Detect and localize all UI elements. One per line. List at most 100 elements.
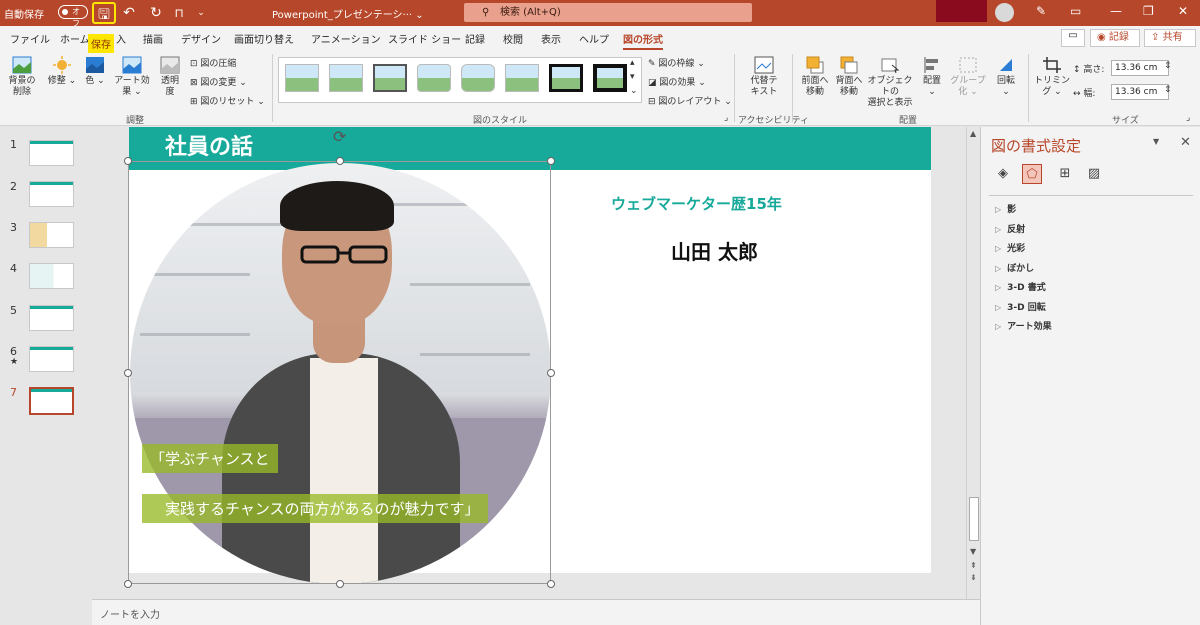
slide-thumbnail-1[interactable] xyxy=(29,140,74,166)
employee-name[interactable]: 山田 太郎 xyxy=(671,236,758,265)
pen-icon[interactable]: ✎ xyxy=(1036,4,1046,18)
previous-slide-icon[interactable]: ⇞ xyxy=(970,561,977,570)
color-button[interactable]: 色 ⌄ xyxy=(80,56,110,87)
resize-handle[interactable] xyxy=(124,580,132,588)
picture-style-4[interactable] xyxy=(417,64,451,92)
tab-help[interactable]: ヘルプ xyxy=(579,31,609,46)
gallery-scroll-down-icon[interactable]: ▾ xyxy=(630,72,635,82)
pane-item-artistic-effects[interactable]: ▷ アート効果 xyxy=(995,319,1052,332)
rotate-handle-icon[interactable]: ⟳ xyxy=(333,127,346,146)
account-block[interactable] xyxy=(936,0,987,22)
quote-line-1[interactable]: 「学ぶチャンスと xyxy=(142,444,278,473)
fill-line-icon[interactable]: ◈ xyxy=(993,164,1013,184)
slide-title[interactable]: 社員の話 xyxy=(165,129,253,161)
share-button[interactable]: ⇪ 共有 xyxy=(1144,29,1196,47)
styles-dialog-launcher-icon[interactable]: ⌟ xyxy=(724,113,728,123)
present-icon[interactable]: ⊓ xyxy=(168,2,190,24)
alt-text-button[interactable]: 代替テ キスト xyxy=(746,56,782,98)
autosave-toggle[interactable]: オフ xyxy=(58,5,88,28)
selection-pane-button[interactable]: オブジェクトの 選択と表示 xyxy=(864,56,916,109)
search-input[interactable]: ⚲ 検索 (Alt+Q) xyxy=(464,3,752,22)
comments-button[interactable]: ▭ xyxy=(1061,29,1085,47)
tab-animations[interactable]: アニメーション xyxy=(311,31,381,46)
picture-style-1[interactable] xyxy=(285,64,319,92)
resize-handle[interactable] xyxy=(336,580,344,588)
width-spinner-icon[interactable]: ⇕ xyxy=(1164,85,1172,95)
send-backward-button[interactable]: 背面へ 移動 xyxy=(832,56,866,98)
tab-design[interactable]: デザイン xyxy=(181,31,221,46)
artistic-effects-button[interactable]: アート効果 ⌄ xyxy=(110,56,154,98)
avatar[interactable] xyxy=(995,3,1014,22)
picture-border-button[interactable]: ✎ 図の枠線 ⌄ xyxy=(648,56,705,69)
compress-pictures-button[interactable]: ⊡ 図の圧縮 xyxy=(190,56,236,69)
resize-handle[interactable] xyxy=(124,157,132,165)
resize-handle[interactable] xyxy=(547,157,555,165)
corrections-button[interactable]: 修整 ⌄ xyxy=(47,56,77,87)
notes-input[interactable]: ノートを入力 xyxy=(92,599,980,625)
group-objects-button[interactable]: グループ化 ⌄ xyxy=(946,56,990,98)
tab-transitions[interactable]: 画面切り替え xyxy=(234,31,294,46)
bring-forward-button[interactable]: 前面へ 移動 xyxy=(798,56,832,98)
gallery-more-icon[interactable]: ⌄ xyxy=(630,86,638,96)
customize-qat-icon[interactable]: ⌄ xyxy=(190,2,212,24)
undo-icon[interactable]: ↶ xyxy=(118,2,140,24)
reset-picture-button[interactable]: ⊞ 図のリセット ⌄ xyxy=(190,94,265,107)
picture-style-8[interactable] xyxy=(593,64,627,92)
rotate-button[interactable]: 回転 ⌄ xyxy=(992,56,1020,98)
resize-handle[interactable] xyxy=(336,157,344,165)
pane-item-soft-edges[interactable]: ▷ ぼかし xyxy=(995,261,1034,274)
scroll-thumb[interactable] xyxy=(969,497,979,541)
tab-draw[interactable]: 描画 xyxy=(143,31,163,46)
tab-slideshow[interactable]: スライド ショー xyxy=(388,31,461,46)
slide-thumbnail-7[interactable] xyxy=(29,387,74,415)
close-icon[interactable]: ✕ xyxy=(1180,135,1191,150)
slide-thumbnail-4[interactable] xyxy=(29,263,74,289)
tab-home[interactable]: ホーム xyxy=(60,31,90,46)
width-input[interactable]: 13.36 cm xyxy=(1111,84,1169,100)
close-icon[interactable]: ✕ xyxy=(1178,4,1188,18)
record-button[interactable]: ◉ 記録 xyxy=(1090,29,1140,47)
pane-item-reflection[interactable]: ▷ 反射 xyxy=(995,222,1025,235)
picture-icon[interactable]: ▨ xyxy=(1084,164,1104,184)
transparency-button[interactable]: 透明 度 xyxy=(156,56,184,98)
career-text[interactable]: ウェブマーケター歴15年 xyxy=(611,193,782,214)
pane-item-glow[interactable]: ▷ 光彩 xyxy=(995,241,1025,254)
tab-file[interactable]: ファイル xyxy=(10,31,50,46)
picture-style-7[interactable] xyxy=(549,64,583,92)
picture-effects-button[interactable]: ◪ 図の効果 ⌄ xyxy=(648,75,706,88)
resize-handle[interactable] xyxy=(547,580,555,588)
gallery-scroll-up-icon[interactable]: ▴ xyxy=(630,58,635,68)
scroll-down-icon[interactable]: ▼ xyxy=(970,547,976,556)
tab-record[interactable]: 記録 xyxy=(465,31,485,46)
height-input[interactable]: 13.36 cm xyxy=(1111,60,1169,76)
restore-icon[interactable]: ❐ xyxy=(1143,4,1154,18)
document-title[interactable]: Powerpoint_プレゼンテーシ··· ⌄ xyxy=(272,6,424,21)
size-properties-icon[interactable]: ⊞ xyxy=(1055,164,1075,184)
tab-view[interactable]: 表示 xyxy=(541,31,561,46)
picture-style-5[interactable] xyxy=(461,64,495,92)
size-dialog-launcher-icon[interactable]: ⌟ xyxy=(1186,113,1190,123)
tab-picture-format[interactable]: 図の形式 xyxy=(623,31,663,50)
picture-style-3[interactable] xyxy=(373,64,407,92)
slide-thumbnail-3[interactable] xyxy=(29,222,74,248)
align-button[interactable]: 配置 ⌄ xyxy=(918,56,946,98)
save-icon[interactable]: 🖫 xyxy=(92,2,116,24)
pane-item-shadow[interactable]: ▷ 影 xyxy=(995,202,1016,215)
scroll-up-icon[interactable]: ▲ xyxy=(970,129,976,138)
slide-thumbnail-5[interactable] xyxy=(29,305,74,331)
picture-style-2[interactable] xyxy=(329,64,363,92)
tab-review[interactable]: 校閲 xyxy=(503,31,523,46)
change-picture-button[interactable]: ⊠ 図の変更 ⌄ xyxy=(190,75,247,88)
redo-icon[interactable]: ↻ xyxy=(145,2,167,24)
pane-item-3d-rotation[interactable]: ▷ 3-D 回転 xyxy=(995,300,1046,313)
picture-layout-button[interactable]: ⊟ 図のレイアウト ⌄ xyxy=(648,94,732,107)
resize-handle[interactable] xyxy=(547,369,555,377)
pane-item-3d-format[interactable]: ▷ 3-D 書式 xyxy=(995,280,1046,293)
picture-style-6[interactable] xyxy=(505,64,539,92)
ribbon-display-icon[interactable]: ▭ xyxy=(1070,4,1081,18)
remove-background-button[interactable]: 背景の 削除 xyxy=(6,56,38,98)
pane-options-icon[interactable]: ▼ xyxy=(1153,137,1159,146)
effects-icon[interactable]: ⬠ xyxy=(1022,164,1042,184)
tab-insert[interactable]: 入 xyxy=(116,31,126,46)
slide-scrollbar[interactable]: ▲ ▼ ⇞ ⇟ xyxy=(966,127,980,599)
